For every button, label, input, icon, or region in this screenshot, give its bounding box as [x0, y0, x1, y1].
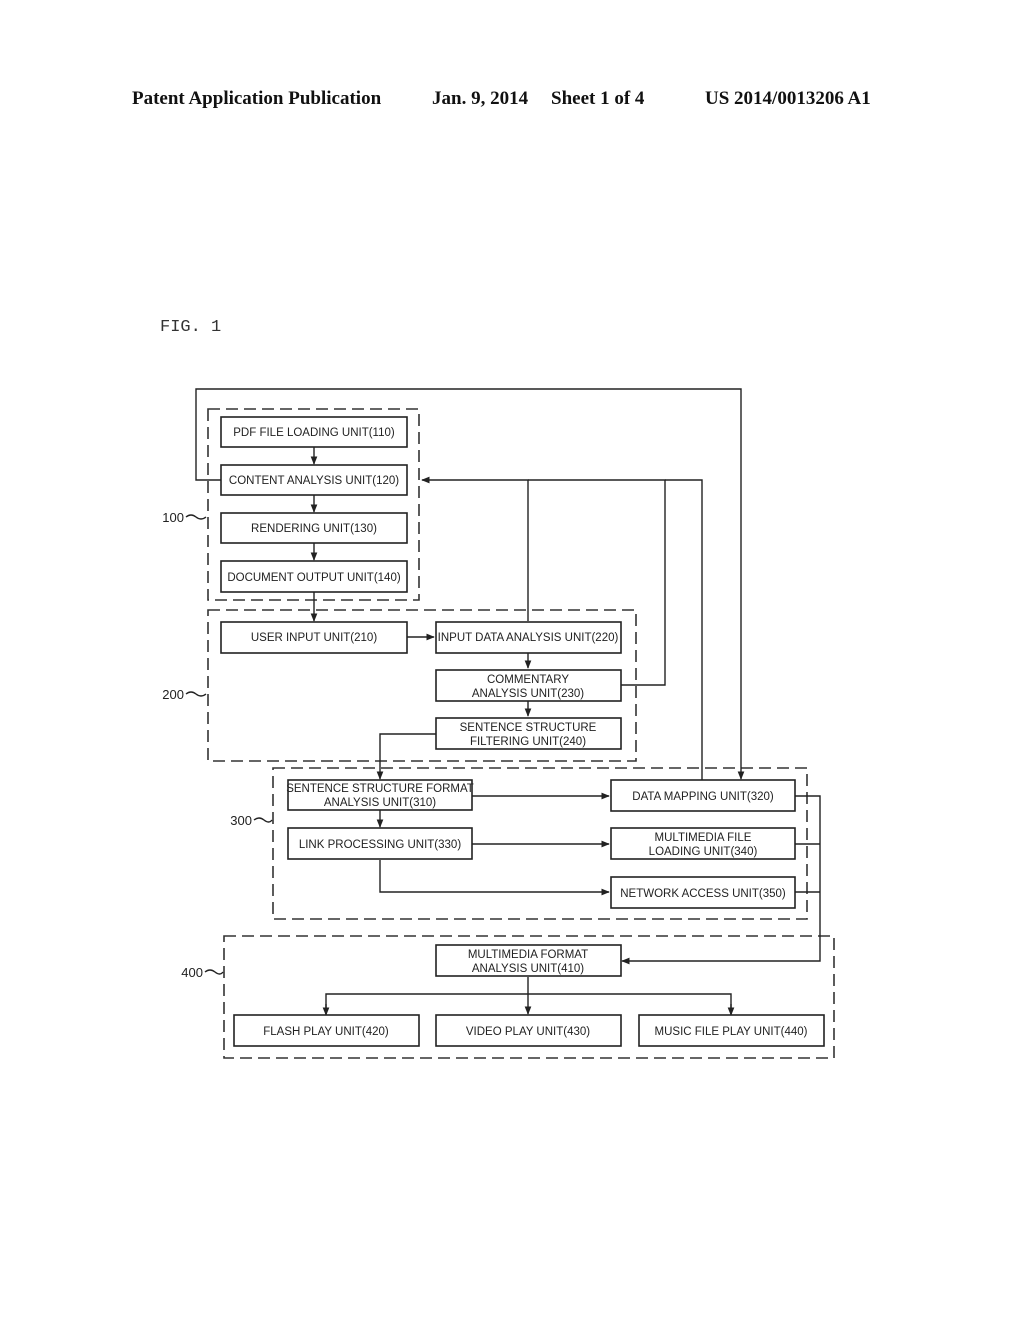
svg-text:USER INPUT UNIT(210): USER INPUT UNIT(210)	[251, 632, 377, 644]
unit-230: COMMENTARY ANALYSIS UNIT(230)	[435, 669, 622, 702]
group-ref-400: 400	[181, 965, 224, 980]
svg-text:DATA MAPPING UNIT(320): DATA MAPPING UNIT(320)	[632, 791, 774, 803]
svg-text:LINK PROCESSING UNIT(330): LINK PROCESSING UNIT(330)	[299, 839, 461, 851]
svg-text:FLASH PLAY UNIT(420): FLASH PLAY UNIT(420)	[263, 1026, 389, 1038]
unit-440: MUSIC FILE PLAY UNIT(440)	[638, 1014, 825, 1047]
unit-430: VIDEO PLAY UNIT(430)	[435, 1014, 622, 1047]
svg-text:SENTENCE STRUCTURE: SENTENCE STRUCTURE	[460, 722, 597, 734]
unit-220: INPUT DATA ANALYSIS UNIT(220)	[435, 621, 622, 654]
svg-text:100: 100	[162, 510, 184, 525]
svg-text:ANALYSIS UNIT(410): ANALYSIS UNIT(410)	[472, 963, 584, 975]
svg-text:RENDERING UNIT(130): RENDERING UNIT(130)	[251, 523, 377, 535]
svg-text:NETWORK ACCESS UNIT(350): NETWORK ACCESS UNIT(350)	[620, 888, 786, 900]
unit-110: PDF FILE LOADING UNIT(110)	[220, 416, 408, 448]
svg-text:FILTERING UNIT(240): FILTERING UNIT(240)	[470, 736, 586, 748]
unit-340: MULTIMEDIA FILE LOADING UNIT(340)	[610, 827, 796, 860]
unit-410: MULTIMEDIA FORMAT ANALYSIS UNIT(410)	[435, 944, 622, 977]
svg-text:MUSIC FILE PLAY UNIT(440): MUSIC FILE PLAY UNIT(440)	[655, 1026, 808, 1038]
svg-text:PDF FILE LOADING UNIT(110): PDF FILE LOADING UNIT(110)	[233, 427, 395, 439]
svg-text:ANALYSIS UNIT(230): ANALYSIS UNIT(230)	[472, 688, 584, 700]
unit-140: DOCUMENT OUTPUT UNIT(140)	[220, 560, 408, 593]
unit-240: SENTENCE STRUCTURE FILTERING UNIT(240)	[435, 717, 622, 750]
svg-text:200: 200	[162, 687, 184, 702]
svg-text:DOCUMENT OUTPUT UNIT(140): DOCUMENT OUTPUT UNIT(140)	[227, 572, 401, 584]
svg-text:300: 300	[230, 813, 252, 828]
svg-text:LOADING UNIT(340): LOADING UNIT(340)	[649, 846, 758, 858]
svg-text:COMMENTARY: COMMENTARY	[487, 674, 569, 686]
svg-text:VIDEO PLAY UNIT(430): VIDEO PLAY UNIT(430)	[466, 1026, 590, 1038]
block-diagram: 100 200 300 400 PDF FILE LOADING UNIT(11…	[162, 388, 835, 1059]
unit-210: USER INPUT UNIT(210)	[220, 621, 408, 654]
svg-text:400: 400	[181, 965, 203, 980]
svg-text:CONTENT ANALYSIS UNIT(120): CONTENT ANALYSIS UNIT(120)	[229, 475, 399, 487]
unit-130: RENDERING UNIT(130)	[220, 512, 408, 544]
svg-text:SENTENCE STRUCTURE FORMAT: SENTENCE STRUCTURE FORMAT	[286, 783, 474, 795]
unit-330: LINK PROCESSING UNIT(330)	[287, 827, 473, 860]
unit-120: CONTENT ANALYSIS UNIT(120)	[220, 464, 408, 496]
unit-420: FLASH PLAY UNIT(420)	[233, 1014, 420, 1047]
unit-310: SENTENCE STRUCTURE FORMAT ANALYSIS UNIT(…	[286, 779, 474, 811]
svg-text:MULTIMEDIA FORMAT: MULTIMEDIA FORMAT	[468, 949, 588, 961]
group-ref-200: 200	[162, 687, 207, 702]
group-ref-300: 300	[230, 813, 273, 828]
svg-text:INPUT DATA ANALYSIS UNIT(220): INPUT DATA ANALYSIS UNIT(220)	[438, 632, 619, 644]
unit-350: NETWORK ACCESS UNIT(350)	[610, 876, 796, 909]
svg-text:MULTIMEDIA FILE: MULTIMEDIA FILE	[655, 832, 752, 844]
group-ref-100: 100	[162, 510, 207, 525]
svg-text:ANALYSIS UNIT(310): ANALYSIS UNIT(310)	[324, 797, 436, 809]
unit-320: DATA MAPPING UNIT(320)	[610, 779, 796, 812]
